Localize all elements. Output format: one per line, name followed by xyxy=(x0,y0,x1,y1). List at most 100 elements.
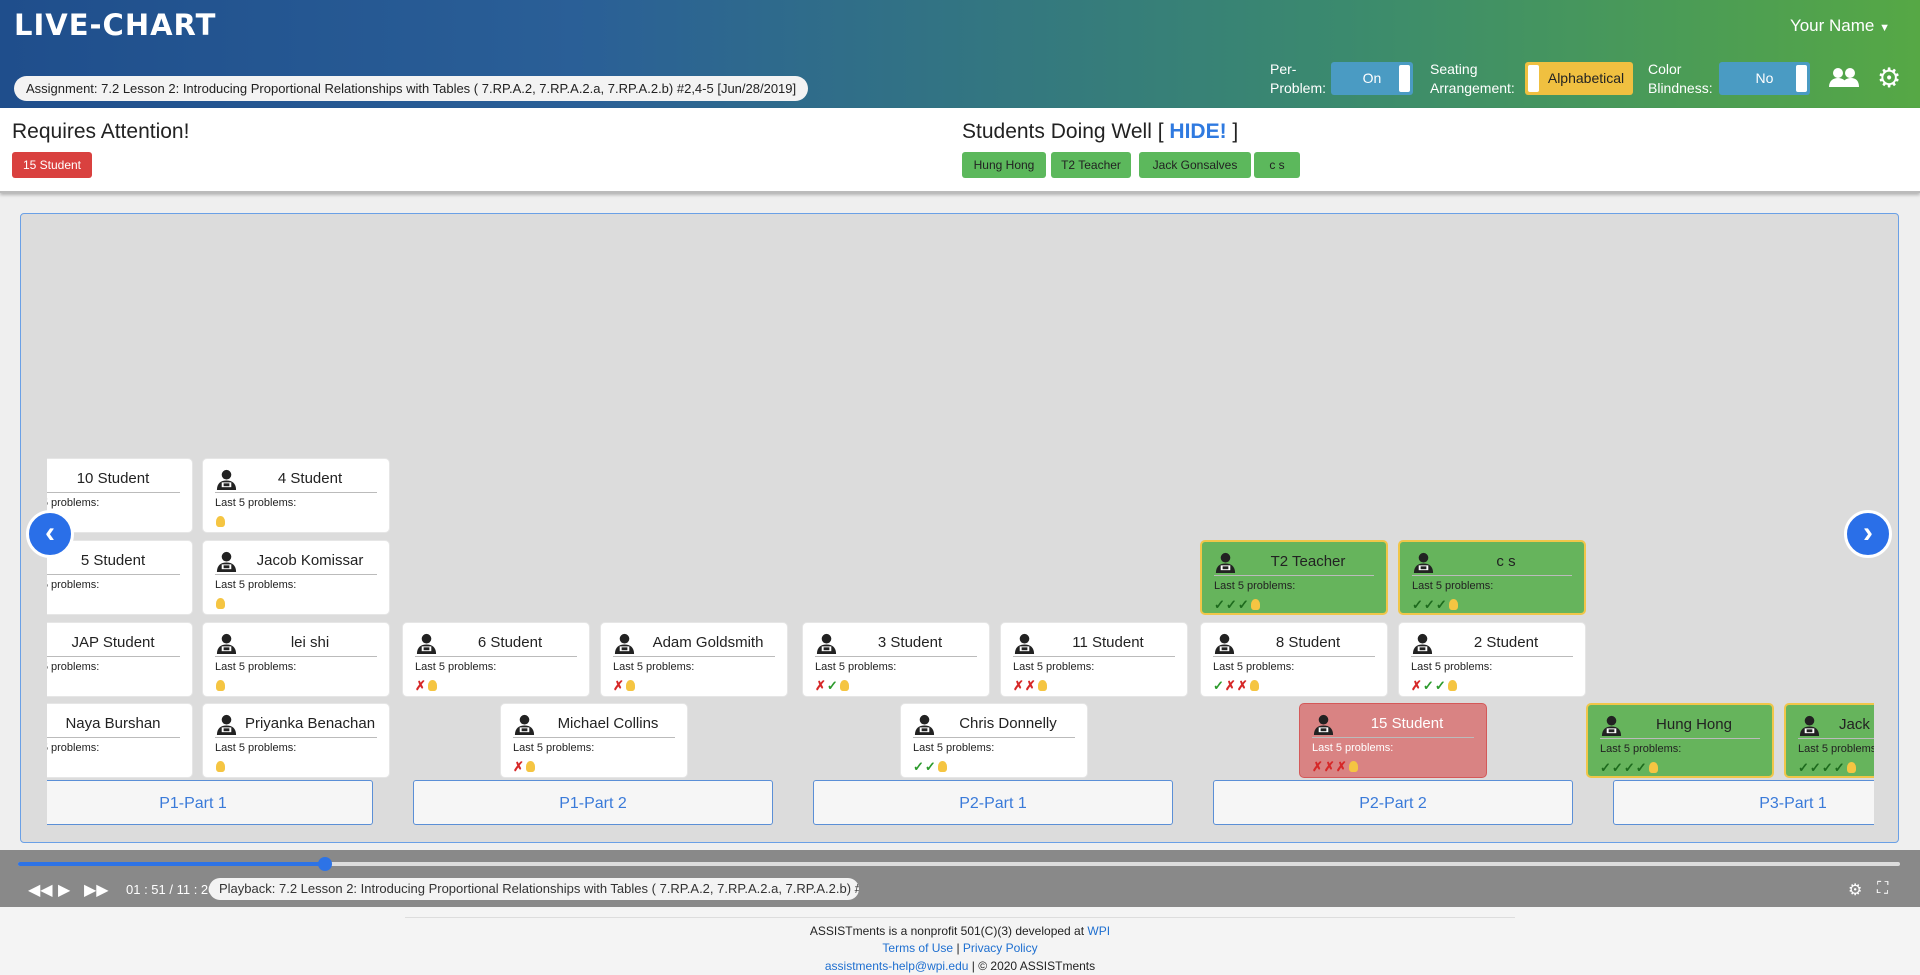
seating-toggle[interactable]: Alphabetical xyxy=(1525,62,1633,95)
last-problems-label: Last 5 problems: xyxy=(913,742,995,754)
student-avatar-icon xyxy=(613,632,636,655)
player-settings-gear-icon[interactable]: ⚙ xyxy=(1848,880,1862,900)
last-problems-label: Last 5 problems: xyxy=(47,579,100,591)
user-name: Your Name xyxy=(1789,16,1875,35)
problem-results: ✓✓✓ xyxy=(1412,597,1458,613)
problem-part-button[interactable]: P1-Part 1 xyxy=(47,780,373,825)
student-card[interactable]: Naya Burshan Last 5 problems: xyxy=(47,703,193,778)
student-card[interactable]: Jacob Komissar Last 5 problems: xyxy=(202,540,390,615)
student-card[interactable]: 6 Student Last 5 problems: ✗ xyxy=(402,622,590,697)
play-icon[interactable]: ▶ xyxy=(58,880,70,900)
student-avatar-icon xyxy=(513,713,536,736)
hint-lightbulb-icon xyxy=(1447,680,1457,691)
playback-time: 01 : 51 / 11 : 20 xyxy=(126,882,216,897)
app-logo[interactable]: LIVE-CHART xyxy=(14,8,216,42)
card-divider xyxy=(1013,656,1175,657)
problem-part-button[interactable]: P2-Part 1 xyxy=(813,780,1173,825)
student-card[interactable]: 4 Student Last 5 problems: xyxy=(202,458,390,533)
problem-results xyxy=(215,514,225,529)
doing-well-student-pill[interactable]: Jack Gonsalves xyxy=(1139,152,1251,178)
help-email-link[interactable]: assistments-help@wpi.edu xyxy=(825,959,969,973)
student-card[interactable]: 5 Student Last 5 problems: xyxy=(47,540,193,615)
student-card[interactable]: Chris Donnelly Last 5 problems: ✓✓ xyxy=(900,703,1088,778)
last-problems-label: Last 5 problems: xyxy=(613,661,695,673)
playback-scrubber-handle[interactable] xyxy=(317,857,332,871)
doing-well-student-pill[interactable]: c s xyxy=(1254,152,1300,178)
incorrect-x-icon: ✗ xyxy=(815,678,827,693)
student-card[interactable]: 2 Student Last 5 problems: ✗✓✓ xyxy=(1398,622,1586,697)
footer-line-1: ASSISTments is a nonprofit 501(C)(3) dev… xyxy=(0,924,1920,938)
last-problems-label: Last 5 problems: xyxy=(1214,580,1296,592)
student-name: Naya Burshan xyxy=(65,715,161,732)
correct-check-icon: ✓ xyxy=(1214,597,1226,612)
user-menu[interactable]: Your Name ▼ xyxy=(1790,16,1890,36)
student-card[interactable]: c s Last 5 problems: ✓✓✓ xyxy=(1398,540,1586,615)
student-card[interactable]: Hung Hong Last 5 problems: ✓✓✓✓ xyxy=(1586,703,1774,778)
card-divider xyxy=(47,737,180,738)
student-card[interactable]: T2 Teacher Last 5 problems: ✓✓✓ xyxy=(1200,540,1388,615)
student-avatar-icon xyxy=(1312,713,1335,736)
correct-check-icon: ✓ xyxy=(1237,597,1250,612)
student-card[interactable]: 8 Student Last 5 problems: ✓✗✗ xyxy=(1200,622,1388,697)
card-divider xyxy=(1312,737,1474,738)
student-card[interactable]: Michael Collins Last 5 problems: ✗ xyxy=(500,703,688,778)
color-blind-toggle[interactable]: No xyxy=(1719,62,1810,95)
card-divider xyxy=(215,737,377,738)
student-name: 11 Student xyxy=(1072,634,1144,651)
seating-chart-viewport: 10 Student Last 5 problems: 4 Student Last … xyxy=(47,214,1874,842)
incorrect-x-icon: ✗ xyxy=(513,759,525,774)
hint-lightbulb-icon xyxy=(839,680,849,691)
problem-results: ✓✓✓ xyxy=(1214,597,1260,613)
playback-progress-track[interactable] xyxy=(18,857,1900,871)
student-card[interactable]: 3 Student Last 5 problems: ✗✓ xyxy=(802,622,990,697)
student-card[interactable]: Jack GonsalvesLast 5 problems:✓✓✓✓ xyxy=(1784,703,1874,778)
fast-forward-icon[interactable]: ▶▶ xyxy=(84,880,109,900)
settings-gear-icon[interactable]: ⚙ xyxy=(1877,65,1901,92)
correct-check-icon: ✓ xyxy=(1821,760,1834,775)
last-problems-label: Last 5 problems: xyxy=(215,579,297,591)
footer-line-3: assistments-help@wpi.edu | © 2020 ASSIST… xyxy=(824,959,1096,973)
correct-check-icon: ✓ xyxy=(1422,678,1435,693)
student-avatar-icon xyxy=(215,468,238,491)
hide-link[interactable]: HIDE! xyxy=(1169,120,1226,143)
hint-lightbulb-icon xyxy=(1448,599,1458,610)
problem-results: ✗✓ xyxy=(815,678,849,694)
card-divider xyxy=(47,574,180,575)
student-card[interactable]: Adam Goldsmith Last 5 problems: ✗ xyxy=(600,622,788,697)
privacy-link[interactable]: Privacy Policy xyxy=(963,941,1038,955)
problem-part-button[interactable]: P2-Part 2 xyxy=(1213,780,1573,825)
wpi-link[interactable]: WPI xyxy=(1087,924,1110,938)
doing-well-student-pill[interactable]: Hung Hong xyxy=(962,152,1046,178)
color-blind-label: Color Blindness: xyxy=(1648,61,1713,96)
correct-check-icon: ✓ xyxy=(1600,760,1612,775)
caret-down-icon: ▼ xyxy=(1879,22,1890,34)
hint-lightbulb-icon xyxy=(216,680,225,691)
users-group-icon[interactable] xyxy=(1828,65,1860,97)
student-name: 15 Student xyxy=(1370,715,1444,732)
student-card[interactable]: Priyanka Benachan Last 5 problems: xyxy=(202,703,390,778)
student-avatar-icon xyxy=(1411,632,1434,655)
fullscreen-icon[interactable]: ⛶ xyxy=(1877,880,1888,898)
student-card[interactable]: 15 Student Last 5 problems: ✗✗✗ xyxy=(1299,703,1487,778)
student-card[interactable]: JAP Student Last 5 problems: xyxy=(47,622,193,697)
scroll-right-chevron-icon[interactable]: › xyxy=(1844,510,1892,558)
correct-check-icon: ✓ xyxy=(1798,760,1810,775)
problem-part-button[interactable]: P3-Part 1 xyxy=(1613,780,1874,825)
problem-results: ✓✗✗ xyxy=(1213,678,1259,694)
rewind-icon[interactable]: ◀◀ xyxy=(28,880,53,900)
student-card[interactable]: 11 Student Last 5 problems: ✗✗ xyxy=(1000,622,1188,697)
attention-student-pill[interactable]: 15 Student xyxy=(12,152,92,178)
student-name: Adam Goldsmith xyxy=(652,634,764,651)
student-card[interactable]: lei shi Last 5 problems: xyxy=(202,622,390,697)
color-blind-value: No xyxy=(1755,70,1774,86)
hint-lightbulb-icon xyxy=(625,680,635,691)
per-problem-toggle[interactable]: On xyxy=(1331,62,1413,95)
problem-results: ✓✓ xyxy=(913,759,947,775)
logo-text: LIVE-CHART xyxy=(14,8,217,42)
doing-well-student-pill[interactable]: T2 Teacher xyxy=(1051,152,1131,178)
last-problems-label: Last 5 problems: xyxy=(215,497,297,509)
problem-part-button[interactable]: P1-Part 2 xyxy=(413,780,773,825)
last-problems-label: Last 5 problems: xyxy=(1798,743,1874,755)
terms-link[interactable]: Terms of Use xyxy=(882,941,953,955)
scroll-left-chevron-icon[interactable]: ‹ xyxy=(26,510,74,558)
